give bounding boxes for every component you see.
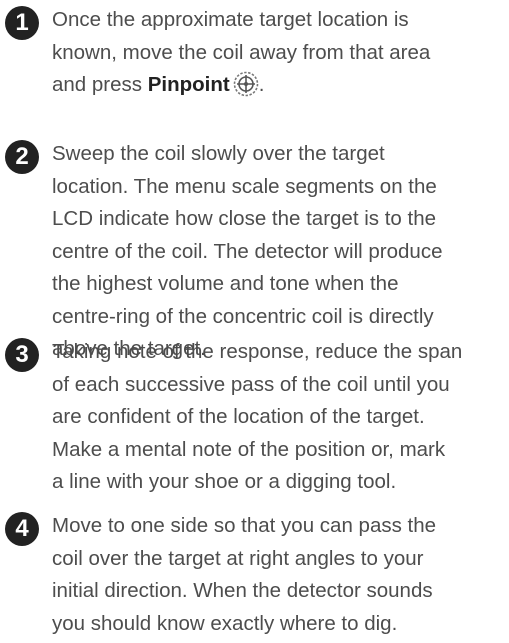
step-2-line-3: LCD indicate how close the target is to … (52, 207, 437, 230)
step-1-line-3-prefix: and press (52, 73, 148, 96)
step-1-line-3-suffix: . (258, 73, 265, 96)
step-text-3: Taking note of the response, reduce the … (52, 336, 509, 499)
pinpoint-keyword: Pinpoint (147, 73, 230, 96)
step-3-line-5: a line with your shoe or a digging tool. (52, 470, 397, 493)
step-3-line-4: Make a mental note of the position or, m… (52, 437, 446, 461)
step-number-4: 4 (5, 512, 39, 546)
step-3-line-2: of each successive pass of the coil unti… (52, 372, 450, 396)
step-4-line-2: coil over the target at right angles to … (52, 546, 424, 570)
step-4-line-1: Move to one side so that you can pass th… (52, 514, 437, 537)
step-text-2: Sweep the coil slowly over the target lo… (52, 138, 509, 366)
step-1-line-1: Once the approximate target location is (52, 8, 409, 31)
step-2-line-4: centre of the coil. The detector will pr… (52, 239, 443, 263)
step-2-line-6: centre-ring of the concentric coil is di… (52, 304, 434, 328)
step-text-4: Move to one side so that you can pass th… (52, 510, 509, 640)
step-1-line-2: known, move the coil away from that area (52, 40, 431, 64)
step-number-3: 3 (5, 338, 39, 372)
step-text-1: Once the approximate target location is … (52, 4, 509, 102)
step-4-line-3: initial direction. When the detector sou… (52, 579, 433, 602)
step-4-line-4: you should know exactly where to dig. (52, 611, 398, 635)
step-2-line-2: location. The menu scale segments on the (52, 174, 437, 198)
step-1-line-3: and press Pinpoint . (52, 69, 509, 102)
step-2-line-1: Sweep the coil slowly over the target (52, 142, 385, 165)
step-number-2: 2 (5, 140, 39, 174)
pinpoint-icon (233, 71, 259, 97)
step-2-line-5: the highest volume and tone when the (52, 272, 399, 295)
step-3-line-3: are confident of the location of the tar… (52, 405, 425, 428)
step-number-1: 1 (5, 6, 39, 40)
step-3-line-1: Taking note of the response, reduce the … (52, 340, 463, 363)
